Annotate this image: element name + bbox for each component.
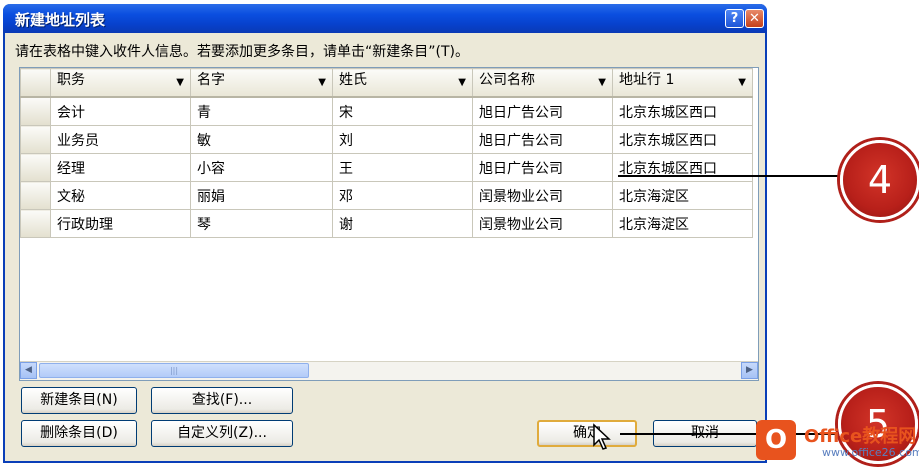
table-cell[interactable]: 王 [332,153,473,182]
scroll-left-arrow-icon[interactable]: ◀ [20,362,37,379]
callout-line-4 [618,175,840,177]
table-cell[interactable]: 北京海淀区 [612,209,753,238]
table-cell[interactable]: 北京东城区西口 [612,125,753,154]
column-header-label: 职务 [57,72,85,88]
column-header-last-name[interactable]: 姓氏 ▼ [332,68,473,98]
row-selector[interactable] [20,153,51,182]
table-cell[interactable]: 北京海淀区 [612,181,753,210]
watermark-logo: O Office教程网 www.office26.com [752,418,919,464]
horizontal-scrollbar[interactable]: ◀ ||| ▶ [20,361,758,380]
row-selector[interactable] [20,96,51,126]
table-row[interactable]: 业务员 敏 刘 旭日广告公司 北京东城区西口 [20,125,753,154]
address-grid: 职务 ▼ 名字 ▼ 姓氏 ▼ 公司名称 ▼ 地址行 1 ▼ 会计 青 宋 旭日广告公司 北… [19,67,759,381]
table-cell[interactable]: 谢 [332,209,473,238]
column-header-label: 名字 [197,72,225,88]
header-row: 职务 ▼ 名字 ▼ 姓氏 ▼ 公司名称 ▼ 地址行 1 ▼ [20,68,753,98]
new-address-list-dialog: 新建地址列表 ? ✕ 请在表格中键入收件人信息。若要添加更多条目，请单击“新建条… [3,4,767,463]
scroll-right-arrow-icon[interactable]: ▶ [741,362,758,379]
table-row[interactable]: 文秘 丽娟 邓 闰景物业公司 北京海淀区 [20,181,753,210]
table-cell[interactable]: 北京东城区西口 [612,153,753,182]
watermark-url: www.office26.com [822,446,919,459]
table-cell[interactable]: 邓 [332,181,473,210]
table-cell[interactable]: 旭日广告公司 [472,96,613,126]
table-row[interactable]: 行政助理 琴 谢 闰景物业公司 北京海淀区 [20,209,753,238]
close-button[interactable]: ✕ [745,9,764,28]
table-cell[interactable]: 旭日广告公司 [472,153,613,182]
watermark-name: Office教程网 [804,426,917,447]
column-header-label: 地址行 1 [619,72,675,88]
column-header-label: 公司名称 [479,72,535,88]
mouse-pointer-icon [593,423,611,450]
table-cell[interactable]: 北京东城区西口 [612,96,753,126]
find-button[interactable]: 查找(F)... [151,387,293,414]
column-header-address-line-1[interactable]: 地址行 1 ▼ [612,68,753,98]
dropdown-arrow-icon[interactable]: ▼ [598,69,606,95]
column-header-first-name[interactable]: 名字 ▼ [190,68,333,98]
dropdown-arrow-icon[interactable]: ▼ [458,69,466,95]
table-cell[interactable]: 旭日广告公司 [472,125,613,154]
table-cell[interactable]: 宋 [332,96,473,126]
table-cell[interactable]: 会计 [50,96,191,126]
help-button[interactable]: ? [725,9,744,28]
column-header-label: 姓氏 [339,72,367,88]
column-header-title[interactable]: 职务 ▼ [50,68,191,98]
window-title: 新建地址列表 [15,11,106,29]
table-cell[interactable]: 刘 [332,125,473,154]
table-cell[interactable]: 行政助理 [50,209,191,238]
scrollbar-thumb[interactable]: ||| [39,363,309,378]
dropdown-arrow-icon[interactable]: ▼ [318,69,326,95]
table-cell[interactable]: 青 [190,96,333,126]
dropdown-arrow-icon[interactable]: ▼ [176,69,184,95]
customize-columns-button[interactable]: 自定义列(Z)... [151,420,293,447]
title-bar[interactable]: 新建地址列表 ? ✕ [3,4,767,33]
instruction-text: 请在表格中键入收件人信息。若要添加更多条目，请单击“新建条目”(T)。 [15,44,469,60]
table-cell[interactable]: 文秘 [50,181,191,210]
row-selector[interactable] [20,125,51,154]
table-cell[interactable]: 丽娟 [190,181,333,210]
address-table: 职务 ▼ 名字 ▼ 姓氏 ▼ 公司名称 ▼ 地址行 1 ▼ 会计 青 宋 旭日广告公司 北… [20,68,753,238]
row-selector[interactable] [20,181,51,210]
new-entry-button[interactable]: 新建条目(N) [21,387,137,414]
column-header-company[interactable]: 公司名称 ▼ [472,68,613,98]
delete-entry-button[interactable]: 删除条目(D) [21,420,137,447]
row-selector[interactable] [20,209,51,238]
table-cell[interactable]: 琴 [190,209,333,238]
table-row[interactable]: 会计 青 宋 旭日广告公司 北京东城区西口 [20,96,753,126]
table-cell[interactable]: 经理 [50,153,191,182]
row-header-corner [20,68,51,98]
table-cell[interactable]: 业务员 [50,125,191,154]
table-cell[interactable]: 闰景物业公司 [472,209,613,238]
table-cell[interactable]: 闰景物业公司 [472,181,613,210]
table-cell[interactable]: 敏 [190,125,333,154]
office-logo-icon: O [756,420,796,460]
table-cell[interactable]: 小容 [190,153,333,182]
dropdown-arrow-icon[interactable]: ▼ [738,69,746,95]
step-4-badge: 4 [840,140,919,220]
table-row[interactable]: 经理 小容 王 旭日广告公司 北京东城区西口 [20,153,753,182]
